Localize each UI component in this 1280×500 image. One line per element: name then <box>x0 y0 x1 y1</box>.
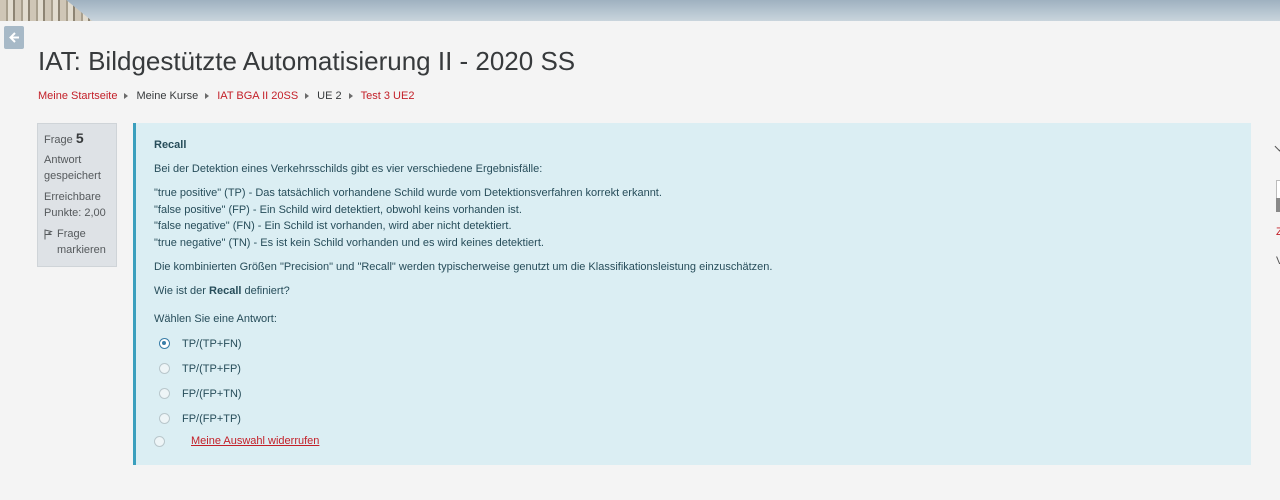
question-number: Frage 5 <box>44 130 110 148</box>
answer-option-label[interactable]: TP/(TP+FP) <box>182 363 241 375</box>
clear-choice-link[interactable]: Meine Auswahl widerrufen <box>191 435 319 447</box>
question-intro: Bei der Detektion eines Verkehrsschilds … <box>154 163 543 175</box>
breadcrumb-separator-icon <box>124 93 129 99</box>
breadcrumb-course[interactable]: IAT BGA II 20SS <box>217 90 298 102</box>
question-ask-prefix: Wie ist der <box>154 285 210 297</box>
side-panel-bar <box>1276 198 1280 212</box>
question-content: Recall Bei der Detektion eines Verkehrss… <box>133 123 1251 465</box>
header-banner-image <box>0 0 1280 21</box>
question-status: Antwort gespeichert <box>44 154 101 182</box>
breadcrumb-section: UE 2 <box>317 90 342 102</box>
flag-icon <box>44 229 53 240</box>
breadcrumb-separator-icon <box>348 93 353 99</box>
question-number-value: 5 <box>75 130 84 146</box>
flag-question-label: Frage markieren <box>57 228 106 256</box>
answer-option[interactable]: TP/(TP+FN) <box>154 331 1233 356</box>
question-title: Recall <box>154 139 187 151</box>
chevron-down-icon[interactable] <box>1274 141 1280 152</box>
clear-choice-row[interactable]: Meine Auswahl widerrufen <box>154 435 1233 447</box>
answer-option[interactable]: FP/(FP+TP) <box>154 406 1233 431</box>
question-points: Erreichbare Punkte: 2,00 <box>44 191 106 219</box>
case-false-positive: "false positive" (FP) - Ein Schild wird … <box>154 203 522 216</box>
answer-option-label[interactable]: FP/(FP+TN) <box>182 388 242 400</box>
result-cases-list: "true positive" (TP) - Das tatsächlich v… <box>154 185 1233 251</box>
drawer-toggle-button[interactable] <box>4 26 24 49</box>
breadcrumb-quiz[interactable]: Test 3 UE2 <box>361 90 415 102</box>
question-combined-text: Die kombinierten Größen "Precision" und … <box>154 261 773 273</box>
breadcrumb-separator-icon <box>205 93 210 99</box>
side-panel-text: V <box>1276 255 1280 267</box>
radio-button[interactable] <box>159 413 170 424</box>
answer-option[interactable]: TP/(TP+FP) <box>154 356 1233 381</box>
question-info-panel: Frage 5 Antwort gespeichert Erreichbare … <box>37 123 117 267</box>
radio-button-selected[interactable] <box>159 338 170 349</box>
building-image <box>0 0 92 21</box>
answer-option-label[interactable]: FP/(FP+TP) <box>182 413 241 425</box>
question-ask-suffix: definiert? <box>241 285 290 297</box>
radio-button[interactable] <box>159 388 170 399</box>
clear-choice-radio[interactable] <box>154 435 165 447</box>
arrow-left-icon <box>8 32 19 43</box>
side-panel-box <box>1276 180 1280 200</box>
question-number-label: Frage <box>44 134 73 146</box>
case-true-positive: "true positive" (TP) - Das tatsächlich v… <box>154 187 662 199</box>
question-ask: Wie ist der Recall definiert? <box>154 283 1233 299</box>
answer-option-label[interactable]: TP/(TP+FN) <box>182 338 242 350</box>
answer-option[interactable]: FP/(FP+TN) <box>154 381 1233 406</box>
case-true-negative: "true negative" (TN) - Es ist kein Schil… <box>154 236 544 249</box>
question-ask-keyword: Recall <box>209 285 242 297</box>
breadcrumb-home[interactable]: Meine Startseite <box>38 90 117 102</box>
flag-question-link[interactable]: Frage markieren <box>44 226 110 258</box>
page-title: IAT: Bildgestützte Automatisierung II - … <box>38 46 576 76</box>
answer-prompt: Wählen Sie eine Antwort: <box>154 313 277 325</box>
breadcrumb-separator-icon <box>305 93 310 99</box>
side-panel-link[interactable]: Z <box>1276 226 1280 238</box>
breadcrumb: Meine Startseite Meine Kurse IAT BGA II … <box>38 90 414 102</box>
case-false-negative: "false negative" (FN) - Ein Schild ist v… <box>154 220 512 232</box>
radio-button[interactable] <box>159 363 170 374</box>
breadcrumb-my-courses: Meine Kurse <box>136 90 199 102</box>
